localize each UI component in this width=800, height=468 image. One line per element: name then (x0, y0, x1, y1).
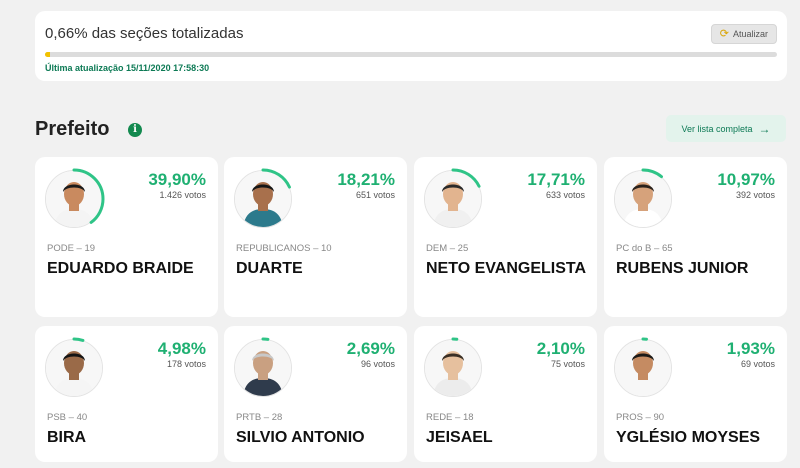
vote-percentage: 17,71% (527, 170, 585, 189)
totalization-progress-fill (45, 52, 50, 57)
party-label: PC do B – 65 (616, 243, 673, 254)
vote-share-ring (422, 168, 484, 230)
candidate-card[interactable]: 1,93% 69 votos PROS – 90 YGLÉSIO MOYSES (604, 326, 787, 462)
candidate-name: NETO EVANGELISTA (426, 260, 587, 277)
vote-share-arc (232, 168, 294, 230)
vote-percentage: 1,93% (726, 339, 775, 358)
vote-share-ring (43, 337, 105, 399)
vote-count: 75 votos (550, 359, 585, 369)
vote-count: 69 votos (740, 359, 775, 369)
candidate-card[interactable]: 17,71% 633 votos DEM – 25 NETO EVANGELISTA (414, 157, 597, 317)
full-list-label: Ver lista completa (681, 123, 753, 134)
vote-count: 633 votos (545, 190, 585, 200)
candidate-name: YGLÉSIO MOYSES (616, 429, 761, 446)
candidate-name: JEISAEL (426, 429, 493, 446)
info-icon[interactable]: i (128, 123, 142, 137)
totalization-title: 0,66% das seções totalizadas (45, 25, 244, 42)
vote-share-ring (422, 337, 484, 399)
vote-percentage: 18,21% (337, 170, 395, 189)
vote-share-arc (422, 337, 484, 399)
last-update-text: Última atualização 15/11/2020 17:58:30 (45, 63, 210, 73)
vote-percentage: 4,98% (157, 339, 206, 358)
candidate-card[interactable]: 10,97% 392 votos PC do B – 65 RUBENS JUNIOR (604, 157, 787, 317)
party-label: REPUBLICANOS – 10 (236, 243, 332, 254)
vote-count: 1.426 votos (159, 190, 206, 200)
vote-share-arc (43, 168, 105, 230)
candidate-card[interactable]: 2,10% 75 votos REDE – 18 JEISAEL (414, 326, 597, 462)
vote-share-arc (612, 337, 674, 399)
party-label: PROS – 90 (616, 412, 665, 423)
party-label: PRTB – 28 (236, 412, 283, 423)
candidate-card[interactable]: 4,98% 178 votos PSB – 40 BIRA (35, 326, 218, 462)
refresh-button[interactable]: ⟳ Atualizar (710, 24, 777, 44)
party-label: PSB – 40 (47, 412, 88, 423)
vote-count: 651 votos (355, 190, 395, 200)
vote-percentage: 10,97% (717, 170, 775, 189)
candidate-name: BIRA (47, 429, 87, 446)
refresh-label: Atualizar (732, 29, 768, 39)
arrow-right-icon: → (758, 121, 771, 136)
totalization-card: 0,66% das seções totalizadas ⟳ Atualizar… (35, 11, 787, 81)
vote-share-arc (422, 168, 484, 230)
refresh-icon: ⟳ (719, 27, 729, 40)
candidate-card[interactable]: 2,69% 96 votos PRTB – 28 SILVIO ANTONIO (224, 326, 407, 462)
vote-count: 178 votos (166, 359, 206, 369)
vote-share-ring (43, 168, 105, 230)
party-label: DEM – 25 (426, 243, 469, 254)
vote-share-arc (612, 168, 674, 230)
section-title: Prefeito (35, 118, 110, 140)
totalization-progress-bar (45, 52, 777, 57)
vote-percentage: 2,69% (346, 339, 395, 358)
vote-share-arc (232, 337, 294, 399)
vote-share-arc (43, 337, 105, 399)
candidate-card[interactable]: 18,21% 651 votos REPUBLICANOS – 10 DUARTE (224, 157, 407, 317)
vote-share-ring (612, 168, 674, 230)
full-list-button[interactable]: Ver lista completa → (666, 115, 786, 142)
candidate-card[interactable]: 39,90% 1.426 votos PODE – 19 EDUARDO BRAIDE (35, 157, 218, 317)
vote-share-ring (232, 337, 294, 399)
vote-count: 392 votos (735, 190, 775, 200)
vote-percentage: 2,10% (536, 339, 585, 358)
vote-count: 96 votos (360, 359, 395, 369)
party-label: PODE – 19 (47, 243, 96, 254)
candidate-name: SILVIO ANTONIO (236, 429, 365, 446)
vote-percentage: 39,90% (148, 170, 206, 189)
party-label: REDE – 18 (426, 412, 474, 423)
vote-share-ring (232, 168, 294, 230)
candidate-name: EDUARDO BRAIDE (47, 260, 194, 277)
candidate-name: DUARTE (236, 260, 303, 277)
vote-share-ring (612, 337, 674, 399)
candidate-name: RUBENS JUNIOR (616, 260, 749, 277)
